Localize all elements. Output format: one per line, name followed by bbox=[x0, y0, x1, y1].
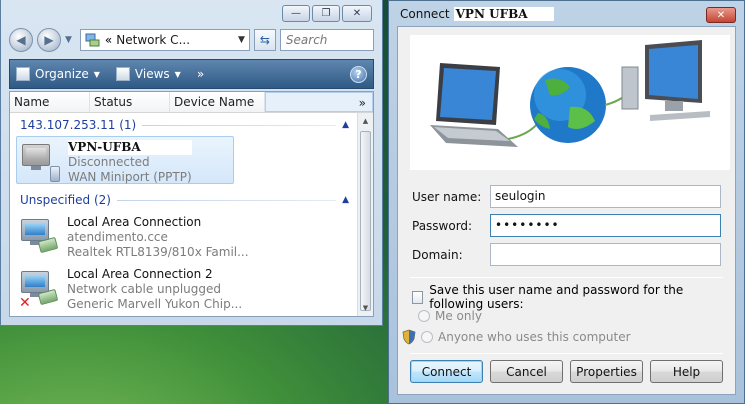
back-arrow-icon: ◀ bbox=[16, 33, 26, 47]
network-connections-window: — ❐ ✕ ◀ ▶ ▼ « Network C... ▼ ⇆ Search Or… bbox=[0, 0, 383, 326]
command-toolbar: Organize ▼ Views ▼ » ? bbox=[9, 59, 374, 89]
list-item[interactable]: Local Area Connection atendimento.cce Re… bbox=[16, 212, 249, 260]
connection-name: VPN-UFBA bbox=[68, 140, 192, 155]
address-prefix: « bbox=[104, 33, 113, 47]
address-dropdown-icon[interactable]: ▼ bbox=[238, 35, 245, 45]
organize-label: Organize bbox=[35, 67, 89, 81]
connection-status: Network cable unplugged bbox=[67, 282, 222, 296]
connection-device: WAN Miniport (PPTP) bbox=[68, 170, 192, 184]
dialog-title: Connect VPN UFBA bbox=[400, 7, 554, 21]
column-headers: Name Status Device Name » bbox=[10, 92, 373, 113]
anyone-label: Anyone who uses this computer bbox=[438, 330, 631, 344]
disconnected-x-icon: ✕ bbox=[19, 295, 31, 311]
chevron-down-icon: ▼ bbox=[174, 69, 181, 79]
me-only-label: Me only bbox=[435, 309, 482, 323]
column-device-name[interactable]: Device Name bbox=[170, 92, 265, 112]
scroll-thumb[interactable] bbox=[360, 131, 371, 311]
views-menu[interactable]: Views ▼ bbox=[115, 67, 181, 81]
close-button[interactable]: ✕ bbox=[342, 5, 372, 22]
refresh-button[interactable]: ⇆ bbox=[253, 29, 276, 51]
refresh-icon: ⇆ bbox=[259, 33, 270, 47]
forward-button[interactable]: ▶ bbox=[37, 28, 61, 52]
lan-connection-icon: ✕ bbox=[19, 267, 61, 311]
domain-field[interactable] bbox=[490, 243, 721, 266]
collapse-icon[interactable]: ▲ bbox=[342, 120, 349, 130]
window-controls: — ❐ ✕ bbox=[282, 5, 372, 22]
password-field[interactable]: •••••••• bbox=[490, 214, 721, 237]
chevron-down-icon: ▼ bbox=[93, 69, 100, 79]
username-field[interactable]: seulogin bbox=[490, 185, 721, 208]
server-icon bbox=[621, 66, 639, 110]
username-row: User name: seulogin bbox=[412, 185, 721, 208]
dialog-close-button[interactable]: ✕ bbox=[706, 7, 736, 23]
group-header[interactable]: 143.107.253.11 (1) ▲ bbox=[20, 118, 349, 132]
uac-shield-icon bbox=[402, 329, 416, 345]
vpn-connection-icon bbox=[20, 140, 62, 182]
properties-button[interactable]: Properties bbox=[570, 360, 643, 383]
dialog-buttons: Connect Cancel Properties Help bbox=[410, 360, 723, 383]
username-label: User name: bbox=[412, 189, 482, 204]
connection-device: Generic Marvell Yukon Chip... bbox=[67, 297, 243, 311]
domain-label: Domain: bbox=[412, 247, 463, 262]
scroll-up-icon[interactable]: ▲ bbox=[358, 113, 373, 129]
minimize-button[interactable]: — bbox=[282, 5, 310, 22]
divider bbox=[410, 353, 723, 354]
maximize-button[interactable]: ❐ bbox=[312, 5, 340, 22]
group-divider bbox=[142, 124, 337, 126]
dialog-title-name: VPN UFBA bbox=[453, 7, 554, 21]
back-button[interactable]: ◀ bbox=[9, 28, 33, 52]
network-folder-icon bbox=[85, 33, 100, 47]
me-only-radio[interactable] bbox=[418, 310, 430, 322]
vertical-scrollbar[interactable]: ▲ ▼ bbox=[357, 113, 373, 316]
connection-name: Local Area Connection bbox=[67, 215, 202, 229]
save-credentials-row: Save this user name and password for the… bbox=[412, 283, 727, 311]
scroll-down-icon[interactable]: ▼ bbox=[358, 300, 373, 316]
lan-connection-icon bbox=[19, 215, 61, 257]
password-row: Password: •••••••• bbox=[412, 214, 721, 237]
column-name[interactable]: Name bbox=[10, 92, 90, 112]
anyone-radio[interactable] bbox=[421, 331, 433, 343]
dialog-body: User name: seulogin Password: •••••••• D… bbox=[397, 26, 736, 395]
connection-status: Disconnected bbox=[68, 155, 150, 169]
help-button[interactable]: Help bbox=[650, 360, 723, 383]
group-header[interactable]: Unspecified (2) ▲ bbox=[20, 193, 349, 207]
dialog-title-prefix: Connect bbox=[400, 7, 450, 21]
address-bar-row: ◀ ▶ ▼ « Network C... ▼ ⇆ Search bbox=[9, 28, 374, 52]
password-label: Password: bbox=[412, 218, 473, 233]
vpn-banner-illustration bbox=[410, 35, 730, 170]
collapse-icon[interactable]: ▲ bbox=[342, 195, 349, 205]
save-credentials-label: Save this user name and password for the… bbox=[429, 283, 684, 311]
organize-icon bbox=[16, 67, 30, 81]
toolbar-overflow-button[interactable]: » bbox=[197, 67, 204, 81]
search-input[interactable]: Search bbox=[279, 29, 374, 51]
organize-menu[interactable]: Organize ▼ bbox=[16, 67, 100, 81]
connections-list: Name Status Device Name » 143.107.253.11… bbox=[9, 91, 374, 317]
list-item[interactable]: VPN-UFBA Disconnected WAN Miniport (PPTP… bbox=[16, 136, 234, 184]
list-item[interactable]: ✕ Local Area Connection 2 Network cable … bbox=[16, 264, 242, 312]
connection-device: Realtek RTL8139/810x Famil... bbox=[67, 245, 249, 259]
group-title: 143.107.253.11 (1) bbox=[20, 118, 137, 132]
help-icon[interactable]: ? bbox=[350, 65, 367, 83]
column-overflow[interactable]: » bbox=[265, 92, 373, 112]
cancel-button[interactable]: Cancel bbox=[490, 360, 563, 383]
address-text: Network C... bbox=[116, 33, 191, 47]
anyone-option[interactable]: Anyone who uses this computer bbox=[402, 329, 631, 345]
globe-icon bbox=[530, 67, 606, 143]
connect-vpn-dialog: Connect VPN UFBA ✕ User name: seulogin P… bbox=[388, 0, 745, 404]
forward-arrow-icon: ▶ bbox=[44, 33, 54, 47]
views-icon bbox=[115, 67, 130, 81]
connection-name: Local Area Connection 2 bbox=[67, 267, 213, 281]
group-divider bbox=[116, 199, 337, 201]
connection-status: atendimento.cce bbox=[67, 230, 168, 244]
address-bar[interactable]: « Network C... ▼ bbox=[79, 29, 250, 51]
me-only-option[interactable]: Me only bbox=[418, 309, 482, 323]
save-credentials-checkbox[interactable] bbox=[412, 290, 424, 304]
domain-row: Domain: bbox=[412, 243, 721, 266]
connect-button[interactable]: Connect bbox=[410, 360, 483, 383]
group-title: Unspecified (2) bbox=[20, 193, 111, 207]
recent-pages-dropdown[interactable]: ▼ bbox=[65, 35, 72, 45]
views-label: Views bbox=[134, 67, 170, 81]
column-status[interactable]: Status bbox=[90, 92, 170, 112]
divider bbox=[410, 277, 723, 278]
